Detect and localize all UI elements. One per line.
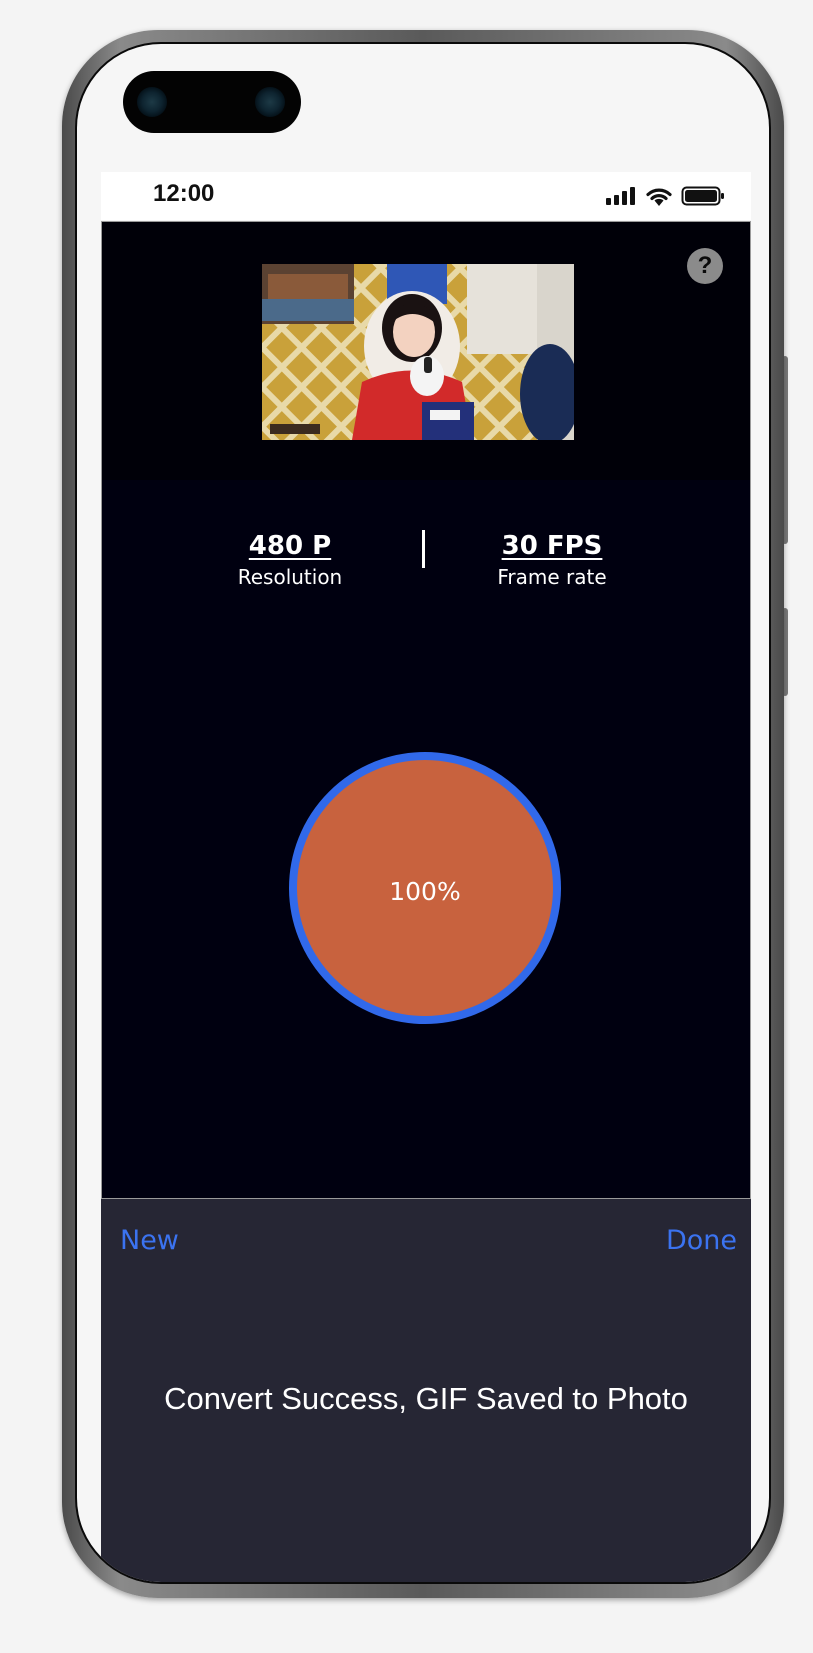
- conversion-progress-section: 480 P Resolution 30 FPS Frame rate 100%: [101, 480, 751, 1199]
- signal-icon: [606, 187, 635, 205]
- phone-frame: 12:00 ? 480 P Resolution 30 FPS Frame ra…: [62, 30, 784, 1598]
- done-button[interactable]: Done: [666, 1225, 737, 1256]
- video-preview-section: ?: [101, 221, 751, 481]
- success-message: Convert Success, GIF Saved to Photo: [164, 1381, 688, 1416]
- stat-divider: [422, 530, 425, 568]
- camera-cutout: [123, 71, 301, 133]
- camera-lens-icon: [137, 87, 167, 117]
- resolution-value[interactable]: 480 P: [190, 529, 390, 563]
- wifi-icon: [646, 188, 672, 206]
- status-time: 12:00: [153, 180, 215, 207]
- help-button[interactable]: ?: [687, 248, 723, 284]
- camera-lens-icon: [255, 87, 285, 117]
- progress-percentage: 100%: [389, 877, 461, 906]
- new-button[interactable]: New: [120, 1225, 179, 1256]
- progress-circle: 100%: [289, 752, 561, 1024]
- gif-converter-app: ? 480 P Resolution 30 FPS Frame rate 100…: [101, 221, 751, 1582]
- status-icons: [605, 184, 725, 208]
- result-panel: New Done Convert Success, GIF Saved to P…: [101, 1199, 751, 1582]
- resolution-stat[interactable]: 480 P Resolution: [190, 529, 390, 591]
- video-thumbnail[interactable]: [262, 264, 574, 440]
- resolution-label: Resolution: [237, 565, 343, 589]
- phone-screen: 12:00 ? 480 P Resolution 30 FPS Frame ra…: [77, 44, 769, 1582]
- framerate-stat[interactable]: 30 FPS Frame rate: [452, 529, 652, 591]
- battery-icon: [681, 186, 724, 206]
- phone-bezel: 12:00 ? 480 P Resolution 30 FPS Frame ra…: [75, 42, 771, 1584]
- status-bar: 12:00: [101, 172, 751, 220]
- framerate-value[interactable]: 30 FPS: [452, 529, 652, 563]
- framerate-label: Frame rate: [497, 565, 607, 589]
- thumbnail-photo: [262, 264, 574, 440]
